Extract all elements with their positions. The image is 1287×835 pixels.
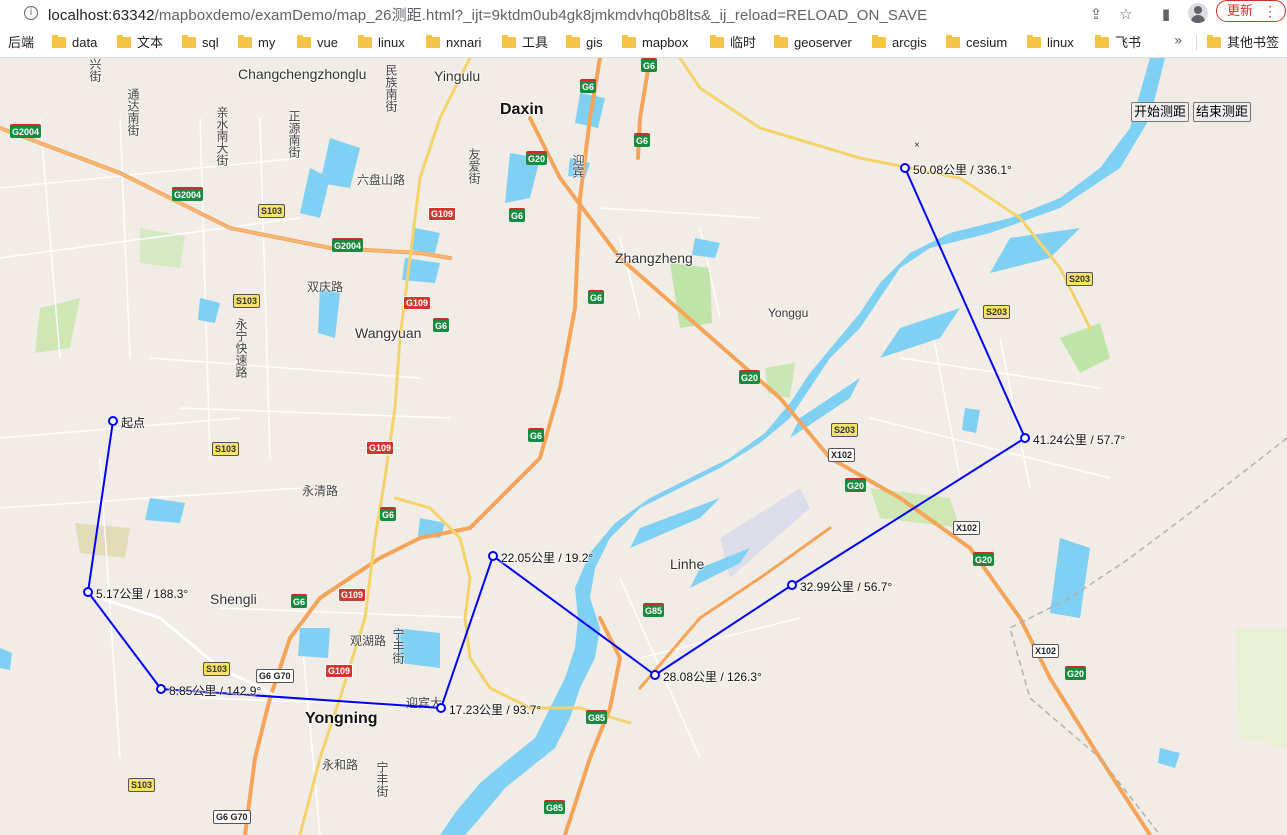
folder-icon: [502, 35, 516, 48]
folder-icon: [566, 35, 580, 48]
folder-icon: [774, 35, 788, 48]
url-path: /mapboxdemo/examDemo/map_26测距.html?_ijt=…: [154, 7, 928, 24]
bookmark-item[interactable]: 文本: [117, 34, 163, 52]
bookmark-label: my: [258, 35, 276, 50]
measure-point[interactable]: [156, 684, 166, 694]
measure-label: 8.85公里 / 142.9°: [169, 684, 262, 698]
measure-point[interactable]: [488, 551, 498, 561]
bookmark-label: 文本: [137, 35, 164, 50]
bookmark-label: 其他书签: [1227, 35, 1280, 50]
folder-icon: [1027, 35, 1041, 48]
folder-icon: [622, 35, 636, 48]
bookmark-label: 工具: [522, 35, 549, 50]
measure-label: 32.99公里 / 56.7°: [800, 580, 893, 594]
bookmark-item[interactable]: gis: [566, 34, 603, 52]
measure-label: 50.08公里 / 336.1°: [913, 163, 1012, 177]
measure-point[interactable]: [83, 587, 93, 597]
measure-label: 5.17公里 / 188.3°: [96, 587, 189, 601]
folder-icon: [117, 35, 131, 48]
bookmark-label: data: [72, 35, 98, 50]
bookmark-item[interactable]: 工具: [502, 34, 548, 52]
bookmark-label: 飞书: [1115, 35, 1142, 50]
bookmark-item[interactable]: cesium: [946, 34, 1007, 52]
bookmark-label: linux: [378, 35, 405, 50]
url-host: localhost:63342: [48, 7, 155, 24]
bookmark-item[interactable]: data: [52, 34, 97, 52]
measure-line: [86, 167, 1027, 710]
bookmark-item[interactable]: linux: [1027, 34, 1074, 52]
bookmark-item[interactable]: 飞书: [1095, 34, 1141, 52]
folder-icon: [1095, 35, 1109, 48]
address-bar[interactable]: i localhost:63342/mapboxdemo/examDemo/ma…: [0, 0, 1287, 29]
map-canvas[interactable]: Changchengzhonglu Yingulu Daxin Zhangzhe…: [0, 58, 1287, 835]
bookmarks-bar: 后端 data 文本 sql my vue linux nxnari 工具 gi…: [0, 28, 1287, 58]
bookmark-label: arcgis: [892, 35, 927, 50]
start-measure-button[interactable]: 开始测距: [1131, 102, 1190, 122]
bookmark-item[interactable]: my: [238, 34, 275, 52]
update-label: 更新: [1227, 3, 1254, 18]
update-button[interactable]: 更新 ⋮: [1216, 0, 1286, 22]
profile-avatar-icon[interactable]: [1188, 3, 1208, 23]
measure-label: 41.24公里 / 57.7°: [1033, 433, 1126, 447]
bookmark-label: vue: [317, 35, 338, 50]
folder-icon: [238, 35, 252, 48]
folder-icon: [52, 35, 66, 48]
folder-icon: [358, 35, 372, 48]
bookmark-label: mapbox: [642, 35, 689, 50]
measure-point[interactable]: [436, 703, 446, 713]
more-bookmarks-icon[interactable]: »: [1174, 33, 1183, 49]
measure-point[interactable]: [1020, 433, 1030, 443]
bookmark-separator: [1196, 35, 1197, 51]
bookmark-item[interactable]: sql: [182, 34, 219, 52]
site-info-icon[interactable]: i: [24, 6, 38, 20]
measure-point[interactable]: [787, 580, 797, 590]
folder-icon: [1207, 35, 1221, 48]
measure-point[interactable]: [108, 416, 118, 426]
bookmark-item[interactable]: nxnari: [426, 34, 481, 52]
bookmark-label: gis: [586, 35, 603, 50]
bookmark-label: linux: [1047, 35, 1074, 50]
folder-icon: [946, 35, 960, 48]
share-icon[interactable]: ⇪: [1086, 4, 1106, 24]
measure-start-label: 起点: [121, 416, 146, 430]
measure-label: 17.23公里 / 93.7°: [449, 703, 542, 717]
measure-close-icon[interactable]: ×: [914, 140, 920, 151]
bookmark-item[interactable]: arcgis: [872, 34, 927, 52]
more-icon: ⋮: [1263, 3, 1277, 19]
bookmark-label: geoserver: [794, 35, 852, 50]
bookmark-item[interactable]: 临时: [710, 34, 756, 52]
folder-icon: [182, 35, 196, 48]
bookmark-label: sql: [202, 35, 219, 50]
bookmark-item-other[interactable]: 其他书签: [1207, 34, 1279, 52]
bookmark-item[interactable]: linux: [358, 34, 405, 52]
bookmark-item[interactable]: mapbox: [622, 34, 688, 52]
bookmark-item[interactable]: vue: [297, 34, 338, 52]
measure-label: 22.05公里 / 19.2°: [501, 551, 594, 565]
folder-icon: [297, 35, 311, 48]
bookmark-item[interactable]: geoserver: [774, 34, 852, 52]
sidebar-icon[interactable]: ▮: [1156, 4, 1176, 24]
bookmark-label: cesium: [966, 35, 1008, 50]
star-icon[interactable]: ☆: [1116, 4, 1136, 24]
bookmark-label: 后端: [8, 35, 35, 50]
folder-icon: [872, 35, 886, 48]
measure-point[interactable]: [650, 670, 660, 680]
url-text[interactable]: localhost:63342/mapboxdemo/examDemo/map_…: [48, 4, 927, 25]
folder-icon: [426, 35, 440, 48]
bookmark-label: 临时: [730, 35, 757, 50]
folder-icon: [710, 35, 724, 48]
end-measure-button[interactable]: 结束测距: [1193, 102, 1252, 122]
measure-point[interactable]: [900, 163, 910, 173]
bookmark-item[interactable]: 后端: [8, 34, 34, 52]
measure-label: 28.08公里 / 126.3°: [663, 670, 762, 684]
bookmark-label: nxnari: [446, 35, 482, 50]
